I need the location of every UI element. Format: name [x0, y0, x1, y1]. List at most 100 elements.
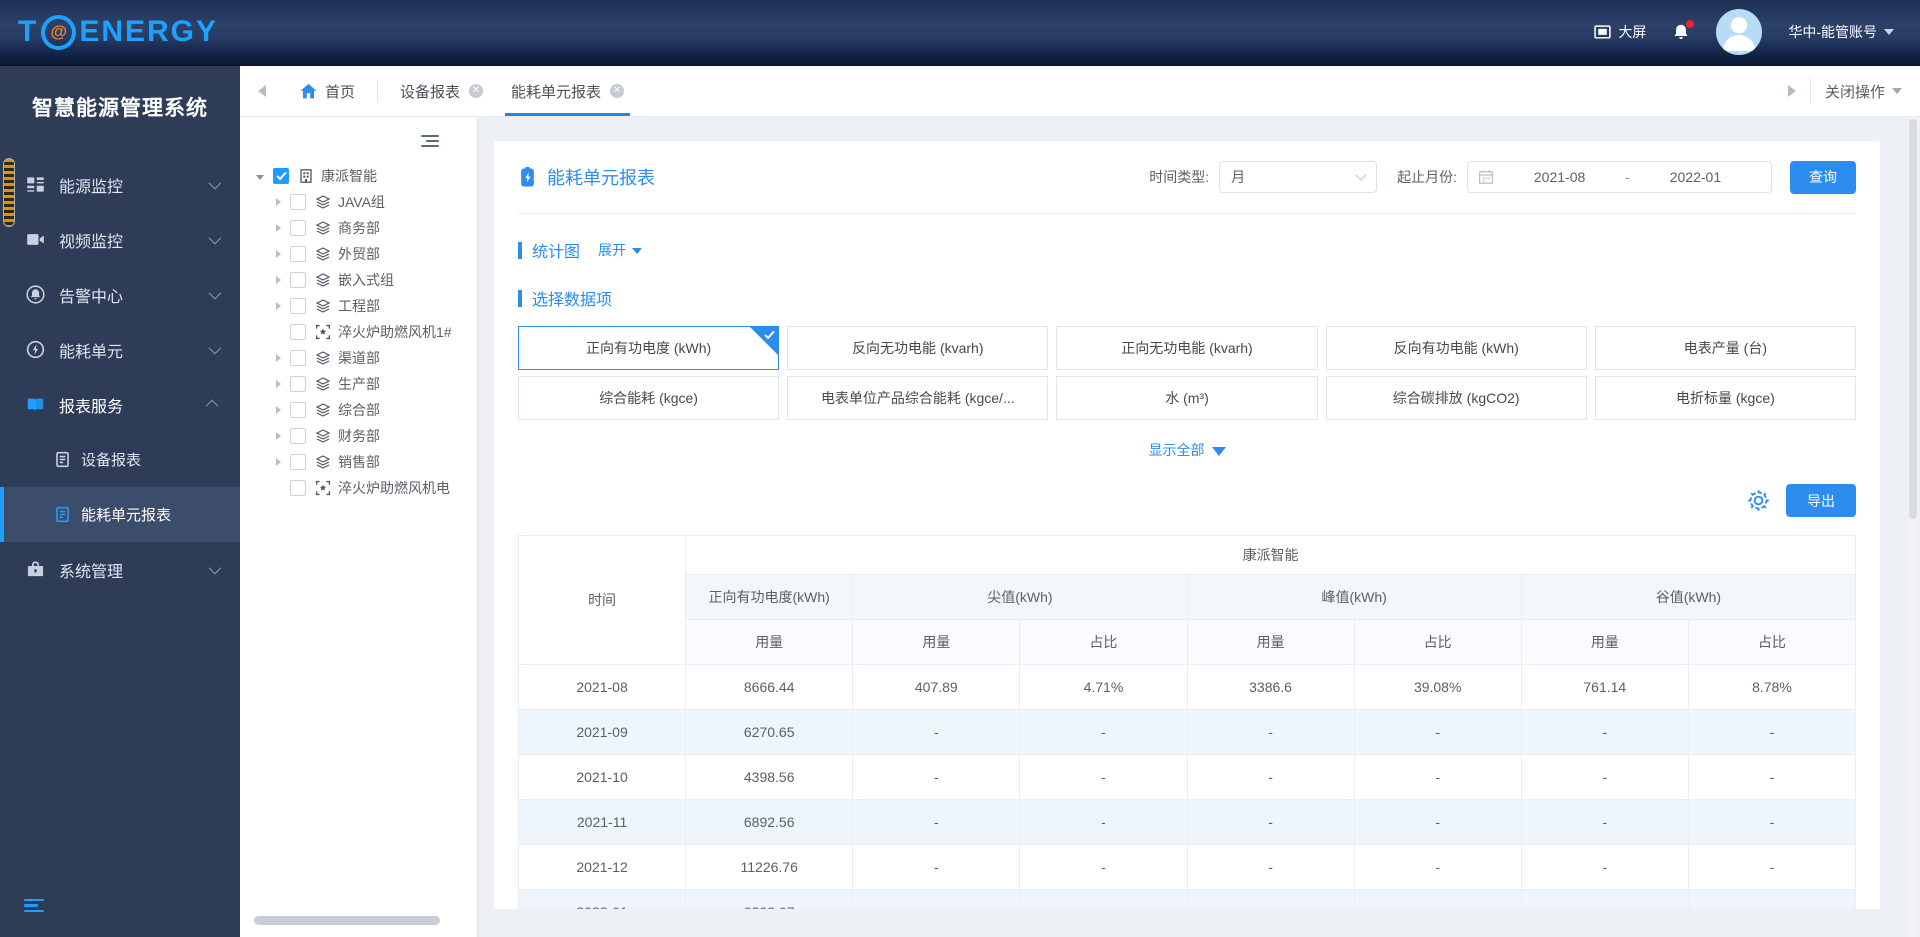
sidebar-item-system-management[interactable]: 系统管理: [0, 542, 240, 597]
tree-caret-icon[interactable]: [276, 198, 281, 206]
org-header: 康派智能: [685, 535, 1856, 575]
table-row: 2022-019292.97------: [517, 889, 1857, 909]
tab-home[interactable]: 首页: [286, 66, 369, 116]
tree-checkbox[interactable]: [290, 428, 306, 444]
user-avatar[interactable]: [1716, 9, 1763, 55]
tree-node[interactable]: 商务部: [240, 215, 477, 241]
time-type-select[interactable]: 月: [1219, 161, 1378, 193]
range-start-value: 2021-08: [1533, 169, 1586, 185]
tree-caret-icon[interactable]: [276, 224, 281, 232]
tree-checkbox[interactable]: [290, 194, 306, 210]
tree-node-label: 淬火炉助燃风机电: [338, 480, 450, 496]
tree-caret-icon[interactable]: [276, 276, 281, 284]
tree-checkbox[interactable]: [290, 272, 306, 288]
data-item-cell[interactable]: 电表产量 (台): [1594, 326, 1856, 370]
sidebar-menu: 能源监控 视频监控 告警中心 能耗单元 报表服务 设备报表 能耗单元报表 系统管理: [0, 157, 240, 597]
sidebar-item-energy-unit[interactable]: 能耗单元: [0, 322, 240, 377]
data-item-cell[interactable]: 反向无功电能 (kvarh): [787, 326, 1049, 370]
sidebar-item-energy-monitor[interactable]: 能源监控: [0, 157, 240, 212]
tree-caret-icon[interactable]: [276, 354, 281, 362]
export-button[interactable]: 导出: [1786, 484, 1856, 517]
close-operations-dropdown[interactable]: 关闭操作: [1825, 81, 1902, 102]
tree-caret-icon[interactable]: [276, 250, 281, 258]
settings-gear-icon[interactable]: [1747, 489, 1770, 512]
sidebar-collapse-button[interactable]: [24, 896, 44, 916]
sub-header: 占比: [1687, 619, 1857, 665]
close-icon[interactable]: ✕: [610, 84, 625, 98]
tree-node[interactable]: 生产部: [240, 371, 477, 397]
data-item-cell[interactable]: 综合能耗 (kgce): [518, 376, 780, 420]
table-cell: -: [1353, 799, 1522, 845]
section-bar: [518, 289, 522, 307]
sidebar-item-device-report[interactable]: 设备报表: [0, 432, 240, 487]
table-cell: -: [852, 889, 1021, 909]
month-range-input[interactable]: 2021-08 - 2022-01: [1467, 161, 1772, 193]
data-item-cell[interactable]: 电折标量 (kgce): [1594, 376, 1856, 420]
data-item-cell[interactable]: 综合碳排放 (kgCO2): [1325, 376, 1587, 420]
tree-caret-icon[interactable]: [276, 302, 281, 310]
sidebar-item-unit-report[interactable]: 能耗单元报表: [0, 487, 240, 542]
sidebar-item-report-service[interactable]: 报表服务: [0, 377, 240, 432]
tree-node[interactable]: 嵌入式组: [240, 267, 477, 293]
chart-expand-toggle[interactable]: 展开: [598, 240, 643, 260]
tree-checkbox[interactable]: [290, 454, 306, 470]
tree-node[interactable]: 工程部: [240, 293, 477, 319]
table-cell: -: [852, 799, 1021, 845]
tree-checkbox[interactable]: [290, 480, 306, 496]
scrollbar-thumb[interactable]: [1909, 119, 1917, 519]
main-vertical-scrollbar[interactable]: [1908, 117, 1918, 937]
tree-caret-icon[interactable]: [276, 406, 281, 414]
tab-label: 首页: [325, 83, 356, 101]
tree-caret-icon[interactable]: [256, 174, 264, 180]
sidebar-item-video-monitor[interactable]: 视频监控: [0, 212, 240, 267]
show-all-toggle[interactable]: 显示全部: [518, 440, 1856, 460]
tree-checkbox[interactable]: [290, 350, 306, 366]
data-item-cell[interactable]: 正向有功电度 (kWh): [518, 326, 780, 370]
table-cell: -: [1353, 844, 1522, 890]
tree-node[interactable]: JAVA组: [240, 189, 477, 215]
tree-checkbox[interactable]: [290, 402, 306, 418]
tree-caret-icon[interactable]: [276, 458, 281, 466]
tree-checkbox[interactable]: [290, 220, 306, 236]
notification-bell-button[interactable]: [1672, 20, 1695, 41]
data-item-cell[interactable]: 水 (m³): [1056, 376, 1318, 420]
tab-device-report[interactable]: 设备报表 ✕: [386, 66, 497, 116]
tree-checkbox[interactable]: [273, 168, 289, 184]
tree-node[interactable]: 淬火炉助燃风机电: [240, 475, 477, 501]
tree-node[interactable]: 渠道部: [240, 345, 477, 371]
tree-horizontal-scrollbar[interactable]: [254, 916, 440, 925]
big-screen-button[interactable]: 大屏: [1594, 22, 1646, 42]
table-row: 2021-11 6892.56- - - - - -: [517, 799, 1857, 845]
tab-scroll-left-icon[interactable]: [258, 85, 266, 97]
tree-node[interactable]: 财务部: [240, 423, 477, 449]
alarm-center-icon: [26, 284, 46, 305]
chevron-down-icon: [1355, 169, 1367, 181]
table-cell: 407.89: [852, 664, 1021, 710]
query-button[interactable]: 查询: [1790, 160, 1856, 194]
table-cell: -: [1687, 709, 1857, 755]
data-item-cell[interactable]: 反向有功电能 (kWh): [1325, 326, 1587, 370]
card-header: 能耗单元报表 时间类型: 月 起止月份: 2021-08 - 2022-01 查…: [518, 141, 1856, 213]
tree-node[interactable]: 外贸部: [240, 241, 477, 267]
tab-unit-report[interactable]: 能耗单元报表 ✕: [497, 66, 638, 116]
tree-node[interactable]: 综合部: [240, 397, 477, 423]
tree-checkbox[interactable]: [290, 376, 306, 392]
tab-scroll-right-icon[interactable]: [1787, 85, 1796, 97]
tree-caret-icon[interactable]: [276, 380, 281, 388]
close-icon[interactable]: ✕: [469, 84, 484, 98]
tree-node[interactable]: 淬火炉助燃风机1#: [240, 319, 477, 345]
account-menu[interactable]: 华中-能管账号: [1788, 22, 1894, 42]
tree-checkbox[interactable]: [290, 246, 306, 262]
tree-collapse-button[interactable]: [421, 132, 439, 150]
tree-caret-icon[interactable]: [276, 432, 281, 440]
tree-node[interactable]: 康派智能: [240, 163, 477, 189]
data-item-cell[interactable]: 正向无功电能 (kvarh): [1056, 326, 1318, 370]
sub-header: 用量: [852, 619, 1021, 665]
layers-icon: [315, 428, 331, 444]
sidebar-item-alarm-center[interactable]: 告警中心: [0, 267, 240, 322]
data-item-cell[interactable]: 电表单位产品综合能耗 (kgce/...: [787, 376, 1049, 420]
tree-node[interactable]: 销售部: [240, 449, 477, 475]
table-cell: -: [1687, 889, 1857, 909]
tree-checkbox[interactable]: [290, 298, 306, 314]
tree-checkbox[interactable]: [290, 324, 306, 340]
